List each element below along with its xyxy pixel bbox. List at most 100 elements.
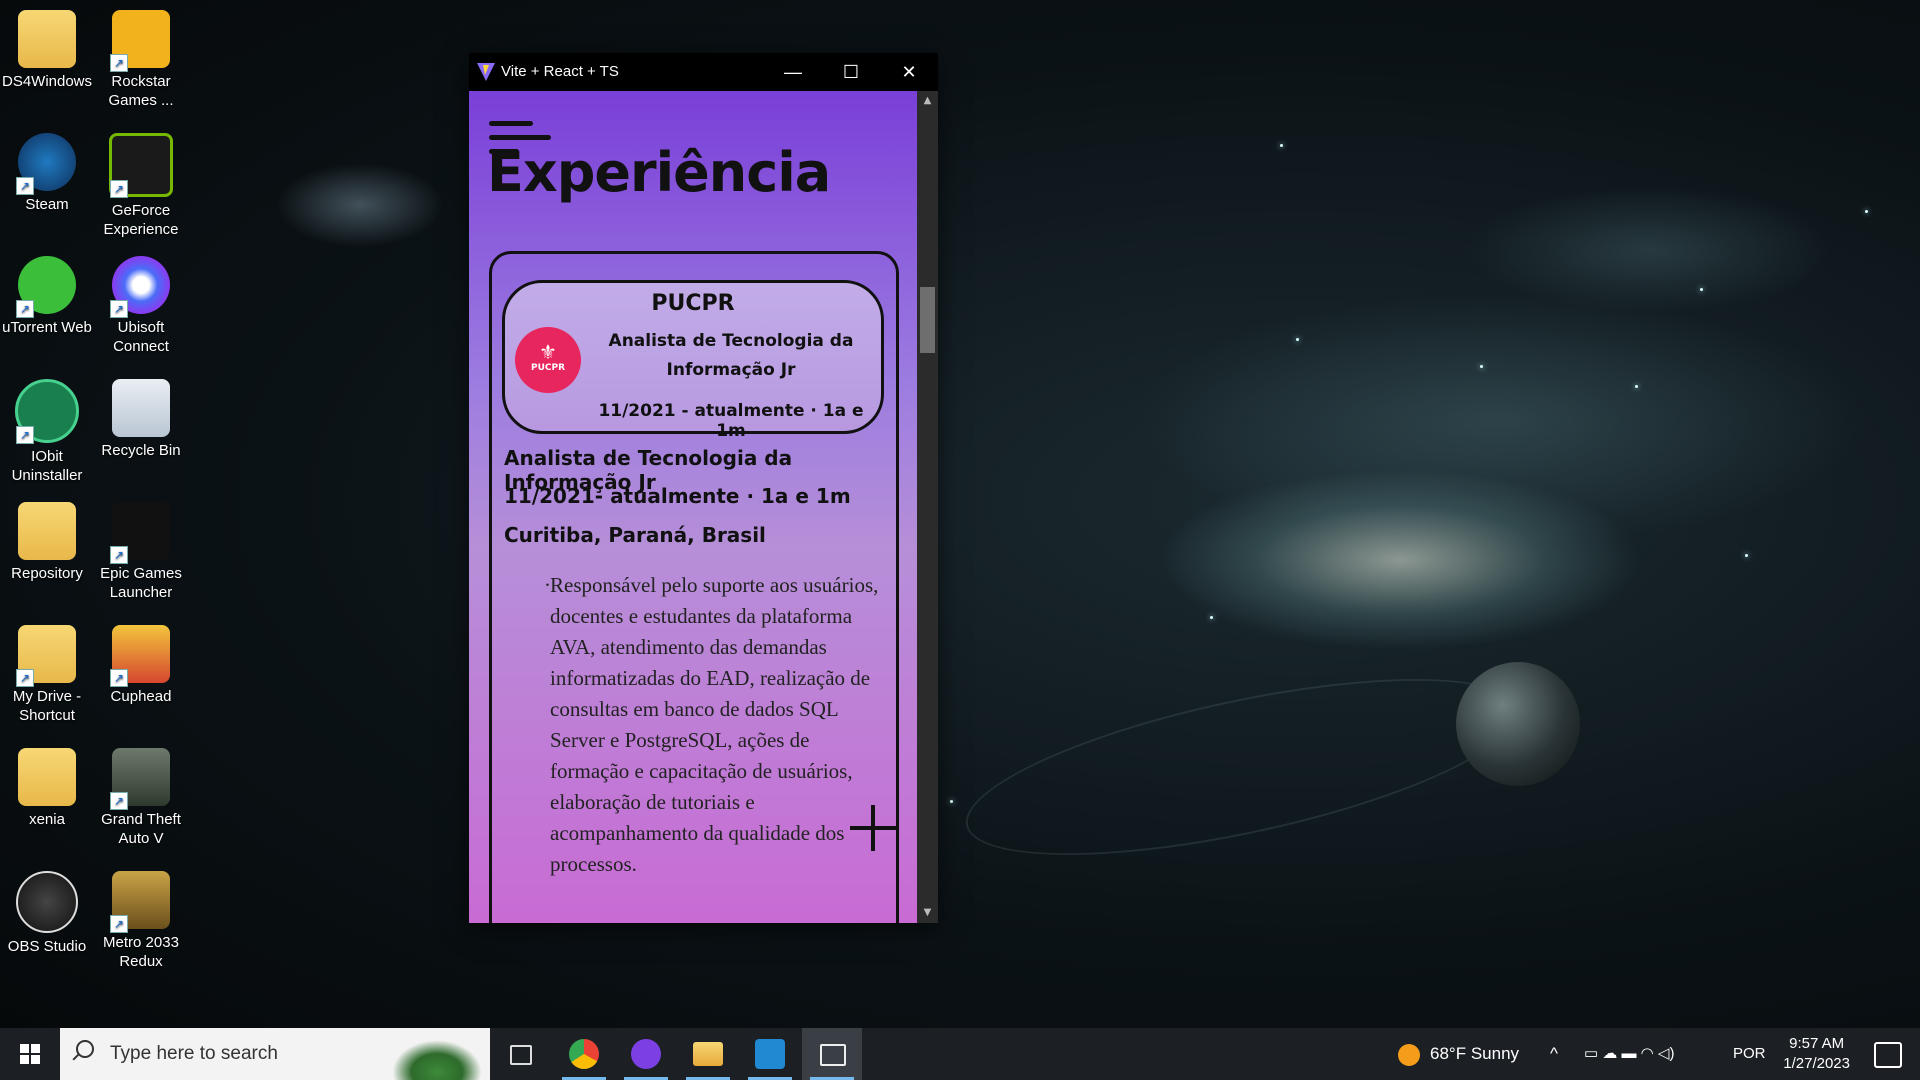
scrollbar-thumb[interactable] [920, 287, 935, 353]
folder-icon [18, 10, 76, 68]
taskbar-file-explorer[interactable] [678, 1028, 738, 1080]
language-indicator[interactable]: POR [1733, 1028, 1766, 1080]
taskbar-vscode[interactable] [740, 1028, 800, 1080]
shortcut-arrow-icon: ↗ [110, 792, 128, 810]
company-name: PUCPR [651, 291, 735, 316]
star [1700, 288, 1703, 291]
folder-icon [18, 502, 76, 560]
desktop-icon-my-drive[interactable]: ↗ My Drive - Shortcut [0, 623, 94, 725]
desktop-icon-repository[interactable]: Repository [0, 500, 94, 583]
desktop-icon-gta[interactable]: ↗ Grand Theft Auto V [94, 746, 188, 848]
star [1296, 338, 1299, 341]
folder-icon [18, 748, 76, 806]
windows-logo-icon [20, 1044, 40, 1064]
app-window-icon [820, 1044, 846, 1066]
github-icon [631, 1039, 661, 1069]
scroll-down-icon[interactable]: ▼ [917, 903, 938, 923]
detail-period: 11/2021- atualmente · 1a e 1m [504, 484, 851, 508]
vertical-scrollbar[interactable]: ▲ ▼ [917, 91, 938, 923]
task-view-icon [510, 1045, 532, 1065]
shortcut-arrow-icon: ↗ [110, 180, 128, 198]
desktop-icon-iobit[interactable]: ↗ IObit Uninstaller [0, 377, 94, 485]
start-button[interactable] [0, 1028, 60, 1080]
desktop-icon-recycle-bin[interactable]: Recycle Bin [94, 377, 188, 460]
company-logo: ⚜ PUCPR [515, 327, 581, 393]
planet-wallpaper [1456, 662, 1580, 786]
desktop-icon-utorrent[interactable]: ↗ uTorrent Web [0, 254, 94, 337]
app-window: Vite + React + TS — ☐ ✕ Experiência PUCP… [469, 53, 938, 923]
desktop-icon-cuphead[interactable]: ↗ Cuphead [94, 623, 188, 706]
shortcut-arrow-icon: ↗ [110, 54, 128, 72]
cuphead-icon: ↗ [110, 625, 170, 687]
crest-icon: ⚜ [539, 340, 557, 364]
show-hidden-icons-button[interactable]: ^ [1550, 1028, 1558, 1080]
star [1480, 365, 1483, 368]
shortcut-arrow-icon: ↗ [110, 300, 128, 318]
vite-logo-icon [477, 63, 495, 81]
task-view-button[interactable] [490, 1028, 550, 1080]
desktop-icon-rockstar[interactable]: ↗ Rockstar Games ... [94, 8, 188, 110]
recycle-bin-icon [112, 379, 170, 437]
desktop-icon-metro[interactable]: ↗ Metro 2033 Redux [94, 869, 188, 971]
job-description: Responsável pelo suporte aos usuários, d… [544, 570, 890, 880]
shortcut-arrow-icon: ↗ [16, 426, 34, 444]
metro-icon: ↗ [110, 871, 170, 933]
desktop-icon-obs[interactable]: OBS Studio [0, 869, 94, 956]
detail-location: Curitiba, Paraná, Brasil [504, 523, 766, 547]
notification-center-icon[interactable] [1874, 1042, 1902, 1068]
search-box[interactable]: Type here to search [60, 1028, 490, 1080]
taskbar-chrome[interactable] [554, 1028, 614, 1080]
weather-widget[interactable]: 68°F Sunny [1398, 1028, 1519, 1080]
shortcut-arrow-icon: ↗ [110, 546, 128, 564]
desktop-icon-xenia[interactable]: xenia [0, 746, 94, 829]
clock[interactable]: 9:57 AM 1/27/2023 [1783, 1034, 1850, 1074]
shortcut-arrow-icon: ↗ [16, 300, 34, 318]
chrome-icon [569, 1039, 599, 1069]
taskbar-github-desktop[interactable] [616, 1028, 676, 1080]
star [1210, 616, 1213, 619]
search-placeholder: Type here to search [110, 1043, 278, 1064]
search-icon [76, 1040, 94, 1058]
experience-header-card: PUCPR ⚜ PUCPR Analista de Tecnologia da … [502, 280, 884, 441]
gta-icon: ↗ [110, 748, 170, 810]
desktop-icon-ds4windows[interactable]: DS4Windows [0, 8, 94, 91]
utorrent-icon: ↗ [16, 256, 76, 318]
scroll-up-icon[interactable]: ▲ [917, 91, 938, 111]
shortcut-arrow-icon: ↗ [16, 177, 34, 195]
shortcut-arrow-icon: ↗ [16, 669, 34, 687]
experience-card: PUCPR ⚜ PUCPR Analista de Tecnologia da … [489, 251, 899, 923]
desktop-icon-geforce[interactable]: ↗ GeForce Experience [94, 131, 188, 239]
tray-icons[interactable]: ▭ ☁ ▬ ◠ ◁) [1584, 1028, 1674, 1080]
plus-icon[interactable] [850, 805, 896, 851]
desktop-icon-epic[interactable]: ↗ Epic Games Launcher [94, 500, 188, 602]
desktop-icon-steam[interactable]: ↗ Steam [0, 131, 94, 214]
maximize-button[interactable]: ☐ [822, 53, 880, 91]
close-button[interactable]: ✕ [880, 53, 938, 91]
galaxy-ring [952, 642, 1532, 892]
page-content: Experiência PUCPR ⚜ PUCPR Analista de Te… [469, 91, 917, 923]
epic-icon: ↗ [110, 502, 170, 564]
rockstar-icon: ↗ [110, 10, 170, 72]
star [1745, 554, 1748, 557]
steam-icon: ↗ [16, 133, 76, 195]
window-titlebar[interactable]: Vite + React + TS — ☐ ✕ [469, 53, 938, 91]
vscode-icon [755, 1039, 785, 1069]
shortcut-arrow-icon: ↗ [110, 669, 128, 687]
star [1865, 210, 1868, 213]
taskbar-active-window[interactable] [802, 1028, 862, 1080]
window-title: Vite + React + TS [501, 63, 619, 80]
star [1280, 144, 1283, 147]
minimize-button[interactable]: — [764, 53, 822, 91]
sun-icon [1398, 1043, 1420, 1066]
desktop-icon-ubisoft[interactable]: ↗ Ubisoft Connect [94, 254, 188, 356]
job-period: 11/2021 - atualmente · 1a e 1m [598, 401, 864, 441]
search-highlight-image [392, 1040, 482, 1080]
star [950, 800, 953, 803]
drive-folder-icon: ↗ [16, 625, 76, 687]
shortcut-arrow-icon: ↗ [110, 915, 128, 933]
file-explorer-icon [693, 1042, 723, 1066]
iobit-icon: ↗ [15, 379, 79, 444]
obs-icon [16, 871, 78, 933]
ubisoft-icon: ↗ [110, 256, 170, 318]
taskbar: Type here to search 68°F Sunny ^ ▭ ☁ ▬ ◠… [0, 1028, 1920, 1080]
